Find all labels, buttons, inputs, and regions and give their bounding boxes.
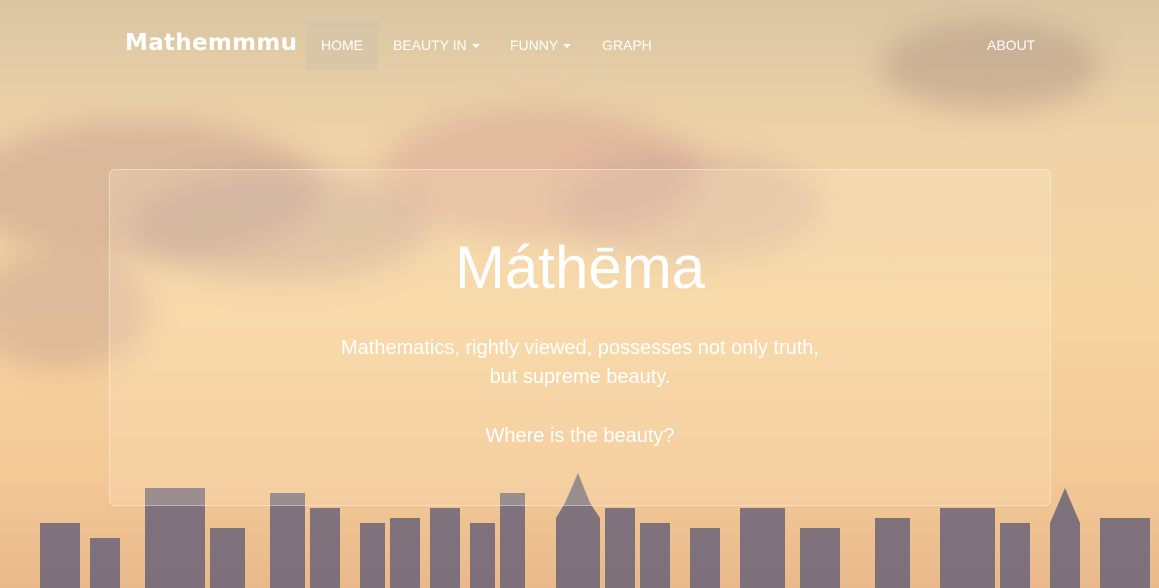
nav-beauty-in-dropdown[interactable]: BEAUTY IN xyxy=(378,20,495,70)
nav-about[interactable]: ABOUT xyxy=(972,20,1050,70)
hero-jumbotron: Máthēma Mathematics, rightly viewed, pos… xyxy=(109,169,1051,506)
nav-funny-dropdown[interactable]: FUNNY xyxy=(495,20,586,70)
nav-graph[interactable]: GRAPH xyxy=(587,20,667,70)
nav-about-label: ABOUT xyxy=(987,37,1036,53)
nav-funny-label: FUNNY xyxy=(510,37,559,53)
nav-beauty-in-label: BEAUTY IN xyxy=(393,37,467,53)
top-navbar: Mathemmmu HOME BEAUTY IN FUNNY GRAPH ABO… xyxy=(0,20,1159,70)
nav-graph-label: GRAPH xyxy=(602,37,652,53)
caret-down-icon xyxy=(563,44,572,49)
nav-home[interactable]: HOME xyxy=(306,20,378,70)
nav-home-label: HOME xyxy=(321,37,363,53)
hero-question: Where is the beauty? xyxy=(485,425,675,447)
caret-down-icon xyxy=(471,44,480,49)
brand-logo[interactable]: Mathemmmu xyxy=(125,30,297,56)
hero-quote-line-1: Mathematics, rightly viewed, possesses n… xyxy=(341,337,819,359)
hero-quote-line-2: but supreme beauty. xyxy=(489,366,671,388)
hero-title: Máthēma xyxy=(454,234,706,301)
